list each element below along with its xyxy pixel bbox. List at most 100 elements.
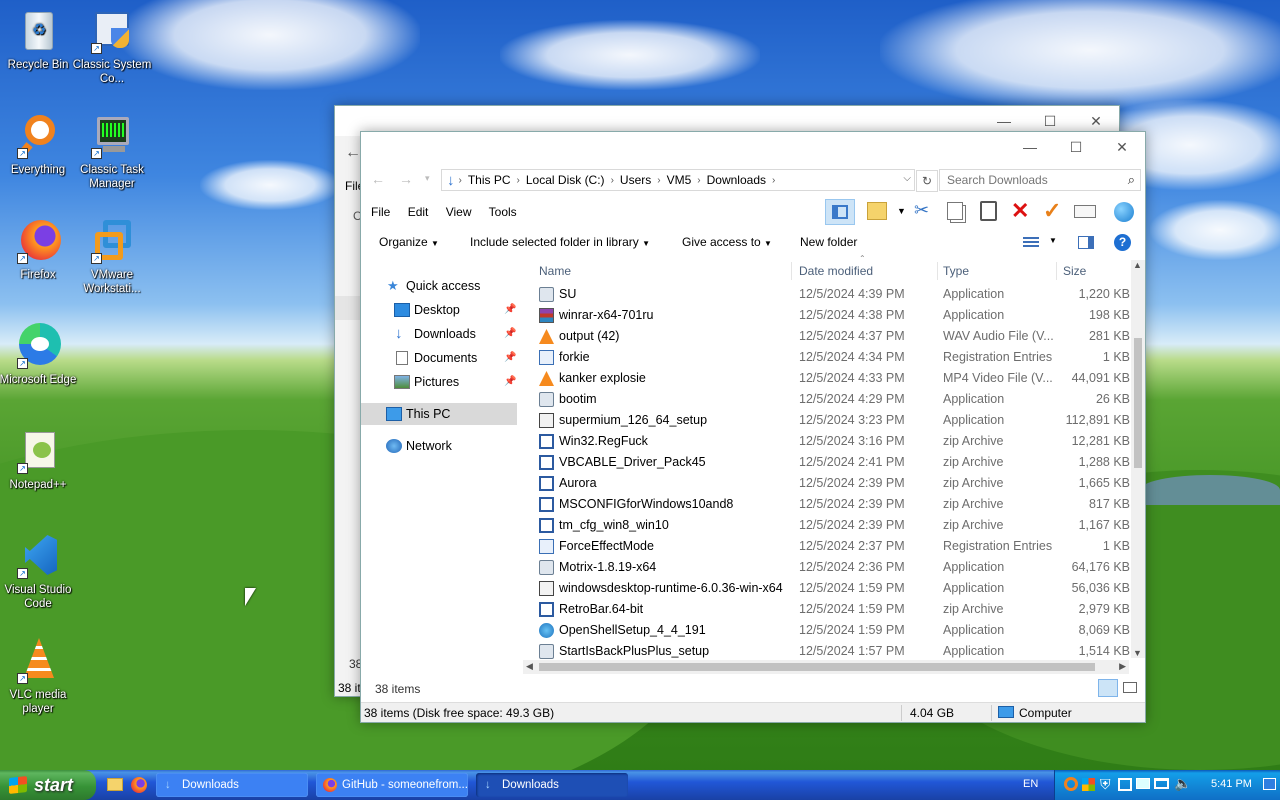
table-row[interactable]: windowsdesktop-runtime-6.0.36-win-x64 12/… [537,578,1137,599]
table-row[interactable]: tm_cfg_win8_win10 12/5/2024 2:39 PM zip Ar… [537,515,1137,536]
nav-pictures[interactable]: Pictures 📌 [361,371,517,393]
breadcrumb-local-disk[interactable]: Local Disk (C:) [520,173,611,187]
clock[interactable]: 5:41 PM [1211,778,1252,790]
breadcrumb-downloads[interactable]: Downloads [701,173,772,187]
everything-tray-icon[interactable] [1064,777,1078,791]
table-row[interactable]: StartIsBackPlusPlus_setup 12/5/2024 1:57 … [537,641,1137,662]
table-row[interactable]: winrar-x64-701ru 12/5/2024 4:38 PM Applica… [537,305,1137,326]
copy-icon[interactable] [947,202,963,220]
address-dropdown-icon[interactable]: ⌵ [903,173,911,184]
column-date-modified[interactable]: Date modified [799,260,873,282]
display-tray-icon[interactable] [1136,778,1150,789]
back-arrow-icon[interactable]: ← [345,144,361,162]
quicklaunch-firefox-icon[interactable] [131,777,147,793]
desktop-icon-firefox[interactable]: ↗ Firefox [0,218,78,282]
horizontal-scrollbar[interactable]: ◀ ▶ [523,660,1129,674]
desktop-icon-vmware[interactable]: ↗ VMware Workstati... [72,218,152,296]
desktop-icon-classic-task-manager[interactable]: ↗ Classic Task Manager [72,113,152,191]
desktop-icon-classic-system-control[interactable]: ↗ Classic System Co... [72,8,152,86]
explorer-window[interactable]: — ☐ ✕ ← → ▾ ↓ › This PC › Local Disk (C:)… [360,131,1146,723]
breadcrumb-vm5[interactable]: VM5 [661,173,698,187]
scroll-up-icon[interactable]: ▲ [1133,260,1142,270]
windows-tray-icon[interactable] [1082,778,1095,791]
scroll-down-icon[interactable]: ▼ [1133,648,1142,658]
menu-file[interactable]: File [371,205,390,219]
taskbar-button-downloads-1[interactable]: ↓ Downloads [156,773,308,797]
refresh-icon[interactable]: ↻ [916,170,938,192]
pin-icon[interactable]: 📌 [504,323,516,345]
delete-icon[interactable]: ✕ [1011,198,1029,224]
navigation-pane-icon[interactable] [825,199,855,225]
breadcrumb-users[interactable]: Users [614,173,657,187]
properties-check-icon[interactable]: ✓ [1043,198,1061,224]
taskbar-button-github[interactable]: GitHub - someonefrom... [316,773,468,797]
view-dropdown-icon[interactable]: ▼ [897,206,906,216]
column-name[interactable]: Name [539,260,571,282]
scroll-right-icon[interactable]: ▶ [1119,661,1126,672]
vertical-scrollbar[interactable]: ▲ ▼ [1131,260,1145,658]
table-row[interactable]: ForceEffectMode 12/5/2024 2:37 PM Registra… [537,536,1137,557]
pin-icon[interactable]: 📌 [504,371,516,393]
table-row[interactable]: bootim 12/5/2024 4:29 PM Application 26 KB [537,389,1137,410]
recent-dropdown-icon[interactable]: ▾ [425,173,430,184]
nav-documents[interactable]: Documents 📌 [361,347,517,369]
nav-quick-access[interactable]: ★ Quick access [361,275,517,297]
desktop-icon-recycle-bin[interactable]: ♻ Recycle Bin [0,8,78,72]
folder-view-icon[interactable] [867,202,887,220]
column-type[interactable]: Type [943,260,969,282]
back-arrow-icon[interactable]: ← [371,171,385,187]
table-row[interactable]: output (42) 12/5/2024 4:37 PM WAV Audio Fi… [537,326,1137,347]
maximize-button[interactable]: ☐ [1053,132,1099,162]
start-button[interactable]: start [0,770,96,800]
table-row[interactable]: OpenShellSetup_4_4_191 12/5/2024 1:59 PM A… [537,620,1137,641]
desktop-icon-microsoft-edge[interactable]: ↗ Microsoft Edge [0,323,78,387]
pin-icon[interactable]: 📌 [504,299,516,321]
preview-pane-icon[interactable] [1078,236,1094,249]
taskbar-button-downloads-2[interactable]: ↓ Downloads [476,773,628,797]
shield-tray-icon[interactable]: ⛨ [1100,776,1111,793]
details-view-icon[interactable] [1098,679,1118,697]
desktop-icon-vlc[interactable]: ↗ VLC media player [0,638,78,716]
new-folder-button[interactable]: New folder [800,235,857,249]
scroll-left-icon[interactable]: ◀ [526,661,533,672]
menu-tools[interactable]: Tools [489,205,517,219]
column-size[interactable]: Size [1063,260,1086,282]
table-row[interactable]: VBCABLE_Driver_Pack45 12/5/2024 2:41 PM zi… [537,452,1137,473]
table-row[interactable]: RetroBar.64-bit 12/5/2024 1:59 PM zip Arch… [537,599,1137,620]
scroll-thumb[interactable] [539,663,1095,671]
breadcrumb-this-pc[interactable]: This PC [462,173,517,187]
menu-view[interactable]: View [446,205,472,219]
language-indicator[interactable]: EN [1023,778,1038,790]
organize-button[interactable]: Organize ▼ [379,235,439,249]
chevron-down-icon[interactable]: ▼ [1049,236,1057,245]
forward-arrow-icon[interactable]: → [399,171,413,187]
nav-downloads[interactable]: ↓ Downloads 📌 [361,323,517,345]
table-row[interactable]: SU 12/5/2024 4:39 PM Application 1,220 KB [537,284,1137,305]
help-icon[interactable]: ? [1114,234,1131,251]
cut-icon[interactable]: ✂ [914,200,929,221]
give-access-button[interactable]: Give access to ▼ [682,235,772,249]
table-row[interactable]: Motrix-1.8.19-x64 12/5/2024 2:36 PM Applic… [537,557,1137,578]
vm-tray-icon[interactable] [1118,778,1132,791]
address-bar[interactable]: ↓ › This PC › Local Disk (C:) › Users › VM5… [441,169,915,191]
desktop-icon-vscode[interactable]: ↗ Visual Studio Code [0,533,78,611]
paste-icon[interactable] [980,201,997,221]
volume-icon[interactable]: 🔈 [1174,775,1191,792]
change-view-icon[interactable] [1023,237,1039,249]
menu-edit[interactable]: Edit [408,205,429,219]
nav-this-pc[interactable]: This PC [361,403,517,425]
table-row[interactable]: kanker explosie 12/5/2024 4:33 PM MP4 Vide… [537,368,1137,389]
nav-desktop[interactable]: Desktop 📌 [361,299,517,321]
desktop-icon-notepadpp[interactable]: ↗ Notepad++ [0,428,78,492]
nav-network[interactable]: Network [361,435,517,457]
table-row[interactable]: Aurora 12/5/2024 2:39 PM zip Archive 1,665 … [537,473,1137,494]
globe-icon[interactable] [1114,202,1134,222]
scroll-thumb[interactable] [1134,338,1142,468]
table-row[interactable]: Win32.RegFuck 12/5/2024 3:16 PM zip Archiv… [537,431,1137,452]
search-input[interactable] [940,170,1110,190]
desktop-icon-everything[interactable]: ↗ Everything [0,113,78,177]
close-button[interactable]: ✕ [1099,132,1145,162]
quicklaunch-explorer-icon[interactable] [107,778,123,791]
minimize-button[interactable]: — [1007,132,1053,162]
pin-icon[interactable]: 📌 [504,347,516,369]
